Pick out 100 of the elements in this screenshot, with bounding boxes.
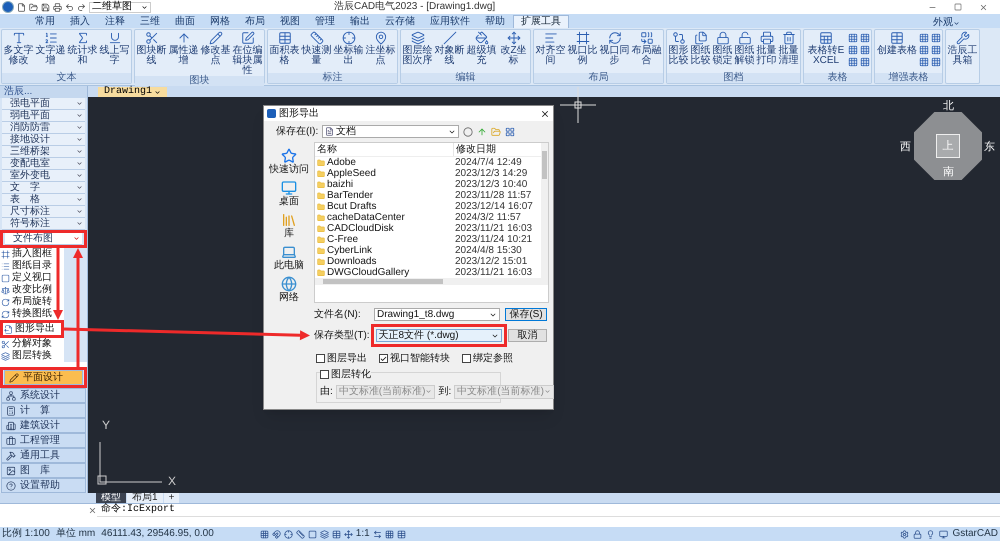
file-name[interactable]: DWGCloudGallery bbox=[315, 267, 453, 278]
compass-east[interactable]: 东 bbox=[984, 139, 995, 156]
category-item[interactable]: 表 格 bbox=[2, 194, 85, 206]
crosshair-icon[interactable] bbox=[284, 530, 293, 538]
file-name[interactable]: BarTender bbox=[315, 190, 453, 201]
ribbon-button[interactable]: 视口比例 bbox=[567, 31, 598, 66]
menu-tab[interactable]: 扩展工具 bbox=[513, 15, 569, 28]
menu-tab[interactable]: 云存储 bbox=[378, 15, 422, 28]
menu-tab[interactable]: 管理 bbox=[308, 15, 342, 28]
category-item[interactable]: 文件布图 bbox=[5, 233, 82, 245]
ribbon-button[interactable]: 表格转EXCEL bbox=[805, 31, 847, 66]
menu-tab[interactable]: 应用软件 bbox=[423, 15, 477, 28]
magnet-icon[interactable] bbox=[272, 530, 281, 538]
horizontal-scrollbar[interactable] bbox=[315, 278, 548, 285]
grid-icon[interactable] bbox=[931, 57, 941, 67]
ribbon-button[interactable]: 批量打印 bbox=[756, 31, 777, 66]
view-menu-icon[interactable] bbox=[505, 126, 516, 136]
menu-item[interactable]: 布局旋转 bbox=[0, 296, 52, 308]
grid-icon[interactable] bbox=[931, 45, 941, 55]
close-icon[interactable] bbox=[540, 108, 550, 118]
column-header[interactable]: 名称 bbox=[315, 143, 453, 156]
checkbox[interactable] bbox=[320, 370, 329, 379]
file-name[interactable]: cacheDataCenter bbox=[315, 212, 453, 223]
ribbon-button[interactable]: 在位编辑块属性 bbox=[232, 31, 263, 76]
grid-icon[interactable] bbox=[848, 57, 858, 67]
file-name[interactable]: CADCloudDisk bbox=[315, 223, 453, 234]
ribbon-button[interactable]: 布局融合 bbox=[631, 31, 662, 66]
module-tab[interactable]: 工程管理 bbox=[1, 433, 86, 448]
ribbon-button[interactable]: 对齐空间 bbox=[535, 31, 566, 66]
menu-tab[interactable]: 曲面 bbox=[168, 15, 202, 28]
category-item[interactable]: 文 字 bbox=[2, 182, 85, 194]
menu-tab[interactable]: 布局 bbox=[238, 15, 272, 28]
ribbon-button[interactable]: 图纸比较 bbox=[690, 31, 711, 66]
module-tab[interactable]: 平面设计 bbox=[4, 370, 83, 385]
arrows-icon[interactable] bbox=[372, 530, 382, 538]
grid-icon[interactable] bbox=[860, 45, 870, 55]
grid-icon[interactable] bbox=[848, 33, 858, 43]
place-item[interactable]: 网络 bbox=[279, 276, 299, 303]
cancel-button[interactable]: 取消 bbox=[508, 329, 547, 342]
save-icon[interactable] bbox=[41, 2, 50, 12]
module-tab[interactable]: 计 算 bbox=[1, 403, 86, 418]
ribbon-button[interactable]: 视口同步 bbox=[599, 31, 630, 66]
drawing-tab[interactable]: Drawing1 bbox=[98, 87, 168, 97]
menu-tab[interactable]: 视图 bbox=[273, 15, 307, 28]
lock-icon[interactable] bbox=[913, 530, 922, 538]
grid-icon[interactable] bbox=[919, 57, 929, 67]
file-name[interactable]: C-Free bbox=[315, 234, 453, 245]
file-name[interactable]: Bcut Drafts bbox=[315, 201, 453, 212]
place-item[interactable]: 快速访问 bbox=[269, 148, 309, 175]
file-name[interactable]: AppleSeed bbox=[315, 168, 453, 179]
bulb-icon[interactable] bbox=[926, 530, 936, 538]
grid-icon[interactable] bbox=[260, 530, 269, 538]
ribbon-button[interactable]: 图块断线 bbox=[136, 31, 167, 66]
file-icon[interactable] bbox=[17, 2, 26, 12]
table-icon[interactable] bbox=[396, 530, 406, 538]
grid-icon[interactable] bbox=[384, 530, 394, 538]
annotation-scale[interactable]: 1:1 bbox=[356, 529, 370, 539]
filename-field[interactable]: Drawing1_t8.dwg bbox=[374, 308, 500, 321]
ribbon-button[interactable]: 文字递增 bbox=[35, 31, 66, 66]
grid-icon[interactable] bbox=[848, 45, 858, 55]
monitor-icon[interactable] bbox=[939, 530, 948, 538]
settings-icon[interactable] bbox=[900, 530, 910, 538]
ribbon-button[interactable]: 线上写字 bbox=[99, 31, 130, 66]
ribbon-button[interactable]: 快速测量 bbox=[301, 31, 332, 66]
file-name[interactable]: CyberLink bbox=[315, 245, 453, 256]
ribbon-button[interactable]: 坐标输出 bbox=[333, 31, 364, 66]
back-icon[interactable] bbox=[463, 126, 474, 136]
checkbox[interactable] bbox=[316, 354, 325, 363]
ribbon-button[interactable]: 注坐标点 bbox=[365, 31, 396, 66]
ruler-icon[interactable] bbox=[296, 530, 305, 538]
ribbon-button[interactable]: 批量清理 bbox=[778, 31, 799, 66]
ribbon-button[interactable]: 修改基点 bbox=[200, 31, 231, 66]
compass-north[interactable]: 北 bbox=[943, 98, 954, 114]
ribbon-button[interactable]: 属性递增 bbox=[168, 31, 199, 66]
up-folder-icon[interactable] bbox=[477, 126, 488, 136]
ribbon-button[interactable]: 改Z坐标 bbox=[498, 31, 529, 66]
category-item[interactable]: 三维桥架 bbox=[2, 146, 85, 158]
layout-tab[interactable]: + bbox=[164, 493, 180, 503]
checkbox[interactable] bbox=[462, 354, 471, 363]
vertical-scrollbar[interactable] bbox=[541, 143, 548, 278]
menu-item[interactable]: 图层转换 bbox=[0, 350, 52, 362]
menu-item[interactable]: 转换图纸 bbox=[0, 308, 52, 320]
ribbon-button[interactable]: 对象断线 bbox=[434, 31, 465, 66]
category-item[interactable]: 室外变电 bbox=[2, 170, 85, 182]
unit-status[interactable]: 单位 mm bbox=[56, 529, 96, 539]
grid-icon[interactable] bbox=[860, 33, 870, 43]
category-item[interactable]: 尺寸标注 bbox=[2, 206, 85, 218]
workspace-combo[interactable]: 二维草图 bbox=[89, 2, 151, 12]
module-tab[interactable]: 通用工具 bbox=[1, 448, 86, 463]
place-item[interactable]: 此电脑 bbox=[274, 244, 304, 271]
ribbon-button[interactable]: 图形比较 bbox=[668, 31, 689, 66]
menu-tab[interactable]: 常用 bbox=[28, 15, 62, 28]
category-item[interactable]: 变配电室 bbox=[2, 158, 85, 170]
redo-icon[interactable] bbox=[77, 2, 86, 12]
module-tab[interactable]: 系统设计 bbox=[1, 388, 86, 403]
menu-tab[interactable]: 网格 bbox=[203, 15, 237, 28]
category-item[interactable]: 接地设计 bbox=[2, 134, 85, 146]
layers-icon[interactable] bbox=[320, 530, 329, 538]
module-tab[interactable]: 设置帮助 bbox=[1, 478, 86, 493]
menu-item[interactable]: 图形导出 bbox=[3, 323, 55, 335]
